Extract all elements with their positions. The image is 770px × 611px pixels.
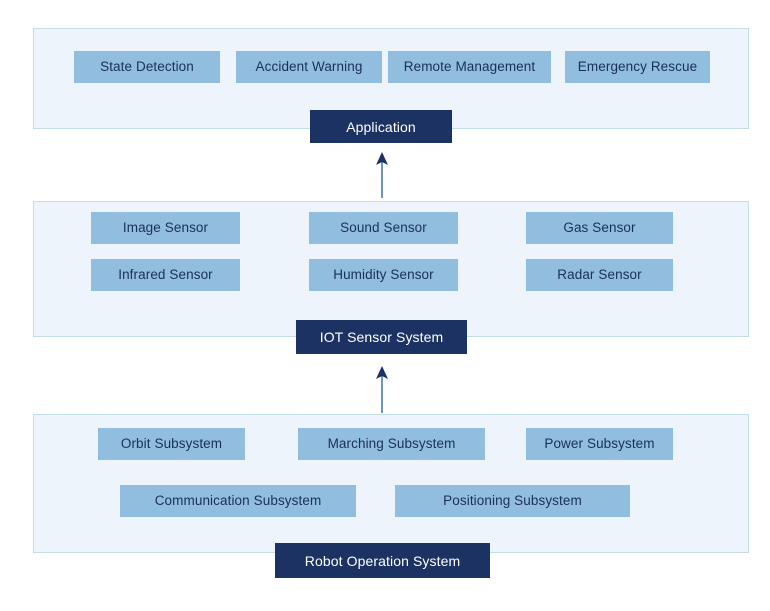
item-power-subsystem[interactable]: Power Subsystem	[526, 428, 673, 460]
item-accident-warning[interactable]: Accident Warning	[236, 51, 382, 83]
layer-label-application[interactable]: Application	[310, 110, 452, 143]
item-humidity-sensor[interactable]: Humidity Sensor	[309, 259, 458, 291]
item-marching-subsystem[interactable]: Marching Subsystem	[298, 428, 485, 460]
item-radar-sensor[interactable]: Radar Sensor	[526, 259, 673, 291]
item-state-detection[interactable]: State Detection	[74, 51, 220, 83]
item-orbit-subsystem[interactable]: Orbit Subsystem	[98, 428, 245, 460]
item-gas-sensor[interactable]: Gas Sensor	[526, 212, 673, 244]
layer-label-iot-sensor-system[interactable]: IOT Sensor System	[296, 320, 467, 354]
item-sound-sensor[interactable]: Sound Sensor	[309, 212, 458, 244]
arrow-iot-to-application	[376, 152, 388, 198]
item-image-sensor[interactable]: Image Sensor	[91, 212, 240, 244]
arrow-robot-to-iot	[376, 366, 388, 413]
item-positioning-subsystem[interactable]: Positioning Subsystem	[395, 485, 630, 517]
item-emergency-rescue[interactable]: Emergency Rescue	[565, 51, 710, 83]
item-communication-subsystem[interactable]: Communication Subsystem	[120, 485, 356, 517]
layer-label-robot-operation-system[interactable]: Robot Operation System	[275, 543, 490, 578]
item-infrared-sensor[interactable]: Infrared Sensor	[91, 259, 240, 291]
architecture-diagram: State Detection Accident Warning Remote …	[0, 0, 770, 611]
item-remote-management[interactable]: Remote Management	[388, 51, 551, 83]
